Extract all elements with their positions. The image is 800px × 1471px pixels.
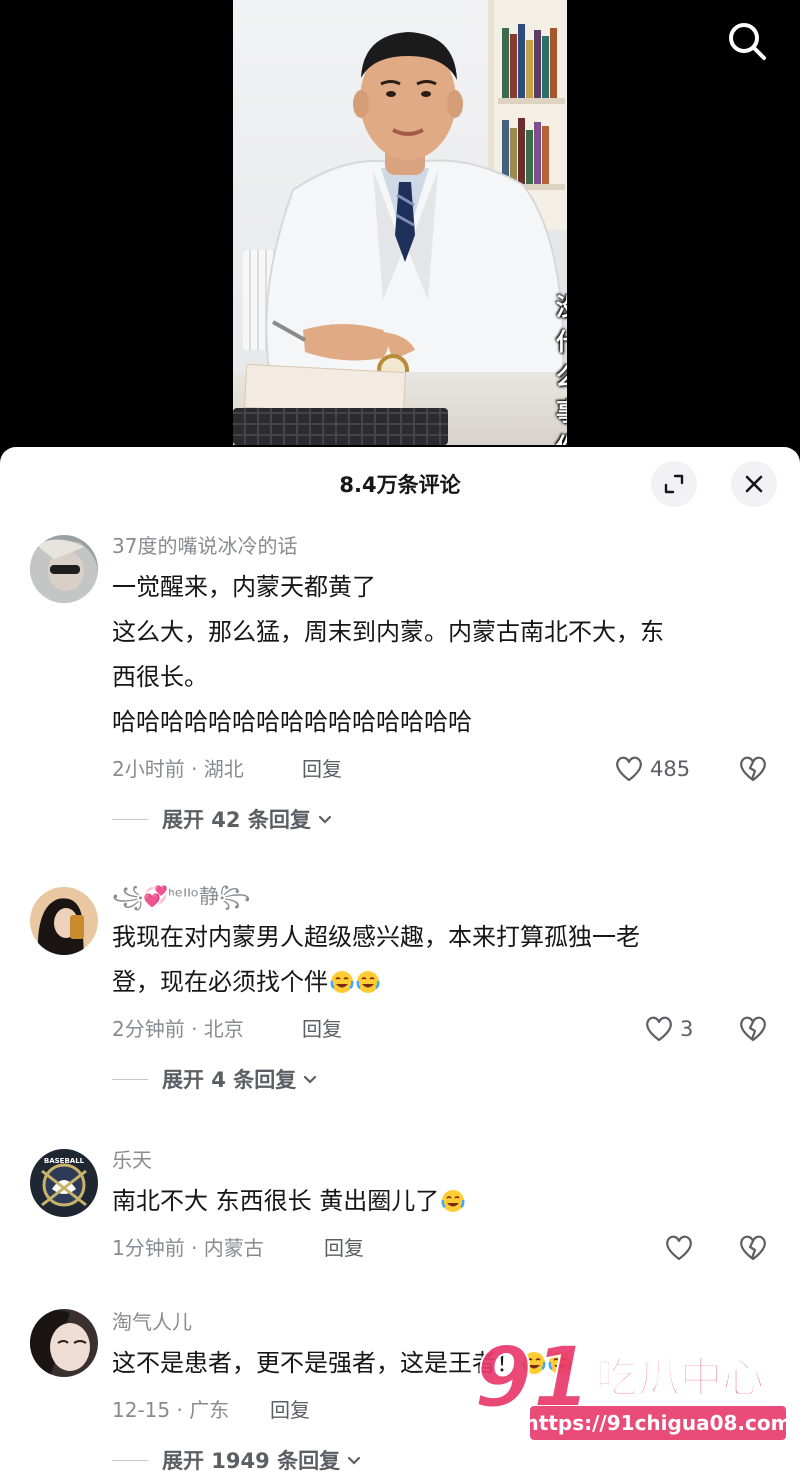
laugh-cry-emoji-icon: [356, 971, 380, 993]
avatar[interactable]: [30, 887, 98, 955]
comment-text-line: 南北不大 东西很长 黄出圈儿了: [112, 1179, 760, 1224]
comment-meta: 12-15 · 广东 回复: [112, 1390, 760, 1430]
comment-sheet-header: 8.4万条评论: [0, 447, 800, 519]
dislike-button[interactable]: [738, 755, 768, 796]
comment-text-line: 哈哈哈哈哈哈哈哈哈哈哈哈哈哈哈: [112, 708, 472, 736]
comment-text: 我现在对内蒙男人超级感兴趣，本来打算孤独一老 登，现在必须找个伴: [112, 915, 760, 1005]
comment-username[interactable]: 淘气人儿: [112, 1309, 760, 1335]
video-subtitle: 没什么事你呢: [556, 287, 567, 445]
comment-meta: 1分钟前 · 内蒙古 回复: [112, 1228, 766, 1268]
comment-text: 一觉醒来，内蒙天都黄了 这么大，那么猛，周末到内蒙。内蒙古南北不大，东 西很长。…: [112, 565, 760, 745]
like-count: 485: [650, 757, 691, 781]
reply-button[interactable]: 回复: [302, 1009, 342, 1049]
reply-button[interactable]: 回复: [270, 1390, 310, 1430]
divider: [112, 818, 148, 820]
chevron-down-icon: [304, 1075, 317, 1084]
laugh-cry-emoji-icon: [548, 1352, 572, 1374]
svg-text:BASEBALL: BASEBALL: [44, 1157, 85, 1165]
expand-replies-button[interactable]: 展开 42 条回复: [112, 799, 760, 839]
divider: [112, 1459, 148, 1461]
chevron-down-icon: [318, 815, 331, 824]
comment-username[interactable]: 37度的嘴说冰冷的话: [112, 533, 760, 559]
like-button[interactable]: 3: [644, 1009, 693, 1049]
comment-text-line: 这么大，那么猛，周末到内蒙。内蒙古南北不大，东: [112, 618, 664, 646]
comment-text-segment: 登，现在必须找个伴: [112, 968, 328, 996]
expand-replies-label: 展开 1949 条回复: [162, 1449, 341, 1471]
comment-time-location: 12-15 · 广东: [112, 1398, 230, 1422]
expand-replies-button[interactable]: 展开 4 条回复: [112, 1059, 760, 1099]
search-button[interactable]: [724, 18, 770, 64]
close-icon: [745, 475, 763, 493]
reply-button[interactable]: 回复: [302, 749, 342, 789]
avatar[interactable]: BASEBALL: [30, 1149, 98, 1217]
expand-replies-button[interactable]: 展开 1949 条回复: [112, 1440, 760, 1471]
comment-text-line: 一觉醒来，内蒙天都黄了: [112, 573, 376, 601]
comment-username[interactable]: 乐天: [112, 1147, 760, 1173]
like-count: 3: [680, 1017, 694, 1041]
close-button[interactable]: [731, 461, 777, 507]
heart-icon: [666, 1235, 692, 1261]
avatar-image: [30, 535, 98, 603]
search-icon: [729, 23, 766, 60]
expand-replies-label: 展开 4 条回复: [162, 1068, 297, 1092]
comment-text-line: 我现在对内蒙男人超级感兴趣，本来打算孤独一老: [112, 923, 640, 951]
comment-text: 这不是患者，更不是强者，这是王者！: [112, 1341, 760, 1386]
comment-text-line: 登，现在必须找个伴: [112, 960, 760, 1005]
comment-text-segment: 南北不大 东西很长 黄出圈儿了: [112, 1187, 440, 1215]
laugh-cry-emoji-icon: [522, 1352, 546, 1374]
comment-time-location: 2小时前 · 湖北: [112, 757, 244, 781]
video-keyboard: [233, 408, 448, 445]
avatar-image: BASEBALL: [30, 1149, 98, 1217]
like-button[interactable]: [664, 1234, 694, 1262]
comment-time-location: 1分钟前 · 内蒙古: [112, 1236, 264, 1260]
dislike-button[interactable]: [738, 1234, 768, 1275]
video-frame: 没什么事你呢: [233, 0, 567, 445]
dislike-button[interactable]: [738, 1015, 768, 1056]
chevron-down-icon: [347, 1456, 361, 1465]
expand-replies-label: 展开 42 条回复: [162, 808, 311, 832]
comment-text-line: 这不是患者，更不是强者，这是王者！: [112, 1341, 760, 1386]
heart-icon: [616, 756, 642, 782]
video-player[interactable]: 没什么事你呢: [0, 0, 800, 470]
broken-heart-icon: [740, 756, 766, 782]
reply-button[interactable]: 回复: [324, 1228, 364, 1268]
expand-icon: [664, 474, 684, 494]
comment-meta: 2分钟前 · 北京 回复 3: [112, 1009, 766, 1049]
comment-meta: 2小时前 · 湖北 回复 485: [112, 749, 766, 789]
fullscreen-button[interactable]: [651, 461, 697, 507]
comment-text: 南北不大 东西很长 黄出圈儿了: [112, 1179, 760, 1224]
comment-text-line: 西很长。: [112, 663, 208, 691]
avatar[interactable]: [30, 1309, 98, 1377]
divider: [112, 1078, 148, 1080]
comment-time-location: 2分钟前 · 北京: [112, 1017, 244, 1041]
laugh-cry-emoji-icon: [330, 971, 354, 993]
heart-icon: [646, 1016, 672, 1042]
avatar[interactable]: [30, 535, 98, 603]
comment-sheet: 8.4万条评论 37度的嘴说冰冷的话 一觉醒来，内蒙天都黄了 这么大，那么猛，周…: [0, 447, 800, 1471]
like-button[interactable]: 485: [614, 749, 690, 789]
comment-text-segment: 这不是患者，更不是强者，这是王者！: [112, 1349, 520, 1377]
avatar-image: [30, 887, 98, 955]
comment-username[interactable]: ꧁💞ᑋᵉᑊᑊᵒ静꧂: [112, 883, 760, 909]
avatar-image: [30, 1309, 98, 1377]
broken-heart-icon: [740, 1016, 766, 1042]
broken-heart-icon: [740, 1235, 766, 1261]
laugh-cry-emoji-icon: [441, 1190, 465, 1212]
